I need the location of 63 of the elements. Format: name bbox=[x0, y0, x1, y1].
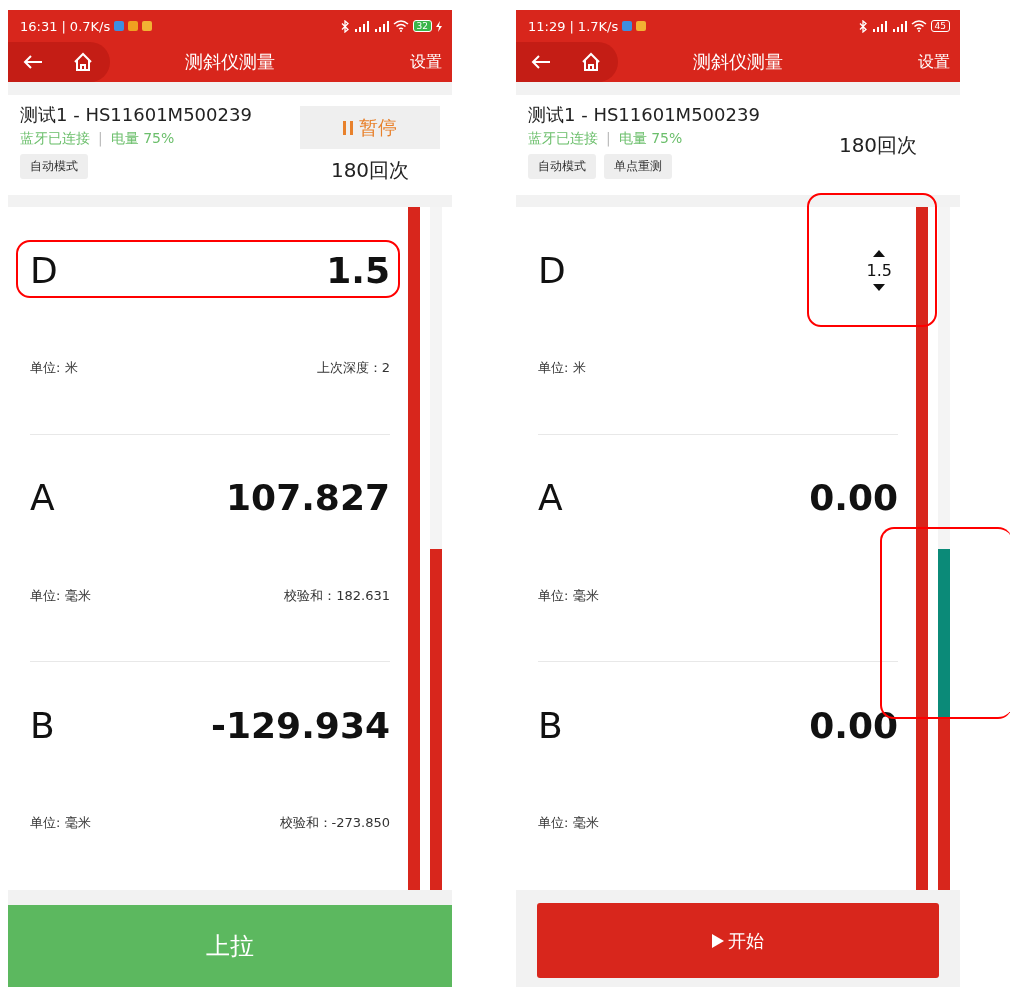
signal-icon bbox=[870, 20, 887, 32]
note-text: 校验和：-273.850 bbox=[279, 814, 390, 833]
unit-text: 单位: 米 bbox=[30, 359, 78, 377]
device-name: 测试1 - HS11601M500239 bbox=[20, 103, 253, 127]
signal-icon bbox=[352, 20, 369, 32]
mode-button[interactable]: 自动模式 bbox=[20, 154, 88, 179]
caret-down-icon[interactable] bbox=[873, 283, 886, 291]
battery-level: 电量 75% bbox=[110, 130, 175, 148]
settings-link[interactable]: 设置 bbox=[918, 51, 950, 73]
mode-button[interactable]: 单点重测 bbox=[604, 154, 672, 179]
unit-text: 单位: 毫米 bbox=[30, 814, 91, 833]
note-text: 上次深度：2 bbox=[316, 359, 390, 377]
measure-label: A bbox=[30, 477, 55, 519]
count-text: 180回次 bbox=[838, 131, 918, 159]
separator: | bbox=[569, 18, 574, 34]
measure-value: 1.5 bbox=[326, 249, 390, 291]
status-time: 16:31 bbox=[20, 18, 58, 34]
separator: | bbox=[606, 130, 611, 148]
bluetooth-status: 蓝牙已连接 bbox=[528, 130, 598, 148]
signal-icon bbox=[372, 20, 389, 32]
depth-stepper-value[interactable]: 1.5 bbox=[866, 260, 892, 280]
play-icon[interactable] bbox=[712, 933, 724, 948]
measure-label: D bbox=[538, 249, 566, 291]
start-button[interactable]: 开始 bbox=[537, 903, 939, 978]
signal-icon bbox=[890, 20, 907, 32]
separator: | bbox=[98, 130, 103, 148]
unit-text: 单位: 米 bbox=[538, 359, 586, 377]
battery-level: 电量 75% bbox=[618, 130, 683, 148]
measure-value: 0.00 bbox=[809, 704, 898, 746]
charging-icon bbox=[436, 20, 442, 32]
wifi-icon bbox=[392, 20, 409, 32]
settings-link[interactable]: 设置 bbox=[410, 51, 442, 73]
home-icon[interactable] bbox=[73, 52, 93, 72]
unit-text: 单位: 毫米 bbox=[538, 586, 599, 605]
page-title: 测斜仪测量 bbox=[184, 50, 276, 74]
separator: | bbox=[61, 18, 66, 34]
back-arrow-icon[interactable] bbox=[531, 54, 551, 70]
mode-button[interactable]: 自动模式 bbox=[528, 154, 596, 179]
measure-label: B bbox=[30, 704, 55, 746]
bluetooth-status: 蓝牙已连接 bbox=[20, 130, 90, 148]
battery-indicator: 32 bbox=[412, 20, 432, 32]
bluetooth-icon bbox=[340, 19, 349, 33]
device-name: 测试1 - HS11601M500239 bbox=[528, 103, 761, 127]
unit-text: 单位: 毫米 bbox=[538, 814, 599, 833]
network-speed: 0.7K/s bbox=[69, 18, 111, 34]
network-speed: 1.7K/s bbox=[577, 18, 619, 34]
bluetooth-icon bbox=[858, 19, 867, 33]
back-arrow-icon[interactable] bbox=[23, 54, 43, 70]
home-icon[interactable] bbox=[581, 52, 601, 72]
count-text: 180回次 bbox=[330, 157, 410, 184]
measure-label: B bbox=[538, 704, 563, 746]
measure-label: D bbox=[30, 249, 58, 291]
status-time: 11:29 bbox=[528, 18, 566, 34]
unit-text: 单位: 毫米 bbox=[30, 586, 91, 605]
caret-up-icon[interactable] bbox=[873, 249, 886, 257]
measure-value: 107.827 bbox=[226, 477, 390, 519]
page-title: 测斜仪测量 bbox=[692, 50, 784, 74]
note-text: 校验和：182.631 bbox=[284, 586, 390, 605]
battery-indicator: 45 bbox=[930, 20, 950, 32]
wifi-icon bbox=[910, 20, 927, 32]
measure-label: A bbox=[538, 477, 563, 519]
measure-value: -129.934 bbox=[211, 704, 390, 746]
measure-value: 0.00 bbox=[809, 477, 898, 519]
